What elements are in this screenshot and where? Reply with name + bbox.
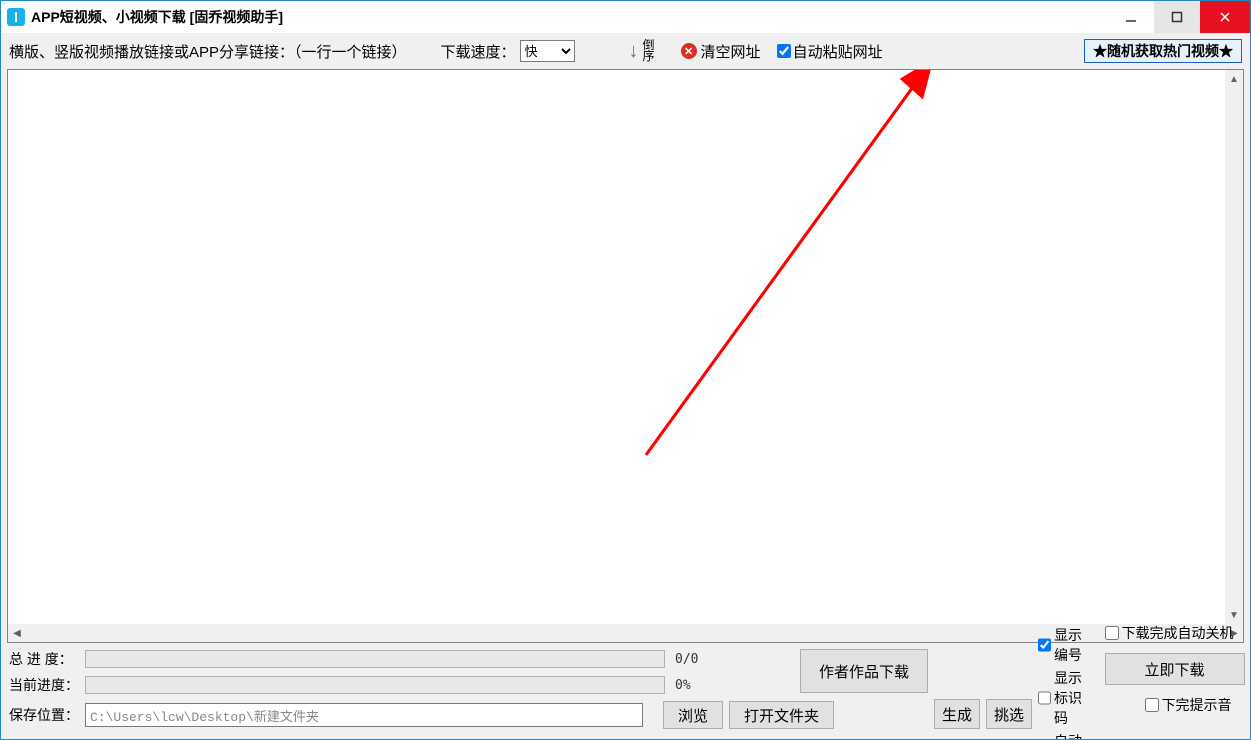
auto-paste-label: 自动粘贴网址	[793, 41, 883, 62]
current-progress-label: 当前进度：	[9, 675, 79, 695]
save-path-input[interactable]	[85, 703, 643, 727]
annotation-arrow	[8, 70, 1243, 642]
title-bar: APP短视频、小视频下载 [固乔视频助手]	[1, 1, 1250, 33]
window-controls	[1108, 1, 1250, 33]
clear-urls-button[interactable]: ✕ 清空网址	[681, 41, 761, 62]
download-now-button[interactable]: 立即下载	[1105, 653, 1245, 685]
current-progress-text: 0%	[675, 678, 691, 693]
auto-paste-checkbox[interactable]: 自动粘贴网址	[777, 41, 883, 62]
down-arrow-icon[interactable]: ↓	[629, 40, 639, 63]
maximize-button[interactable]	[1154, 1, 1200, 33]
clear-urls-label: 清空网址	[701, 41, 761, 62]
auto-shutdown-checkbox[interactable]: 下载完成自动关机	[1105, 623, 1234, 643]
finish-sound-checkbox[interactable]: 下完提示音	[1145, 695, 1232, 715]
minimize-button[interactable]	[1108, 1, 1154, 33]
reverse-order-button[interactable]: 倒序	[643, 40, 657, 62]
show-idcode-checkbox[interactable]: 显示标识码	[1038, 668, 1085, 728]
url-hint-label: 横版、竖版视频播放链接或APP分享链接：（一行一个链接）	[9, 41, 407, 62]
speed-select[interactable]: 快	[520, 40, 575, 62]
generate-button[interactable]: 生成	[934, 699, 980, 729]
window-title: APP短视频、小视频下载 [固乔视频助手]	[31, 7, 283, 27]
author-works-button[interactable]: 作者作品下载	[800, 649, 928, 693]
bottom-panel: 总 进 度： 0/0 当前进度： 0% 保存位置： 浏览 打开文件夹 作者作品下…	[1, 643, 1250, 739]
speed-label: 下载速度：	[441, 41, 516, 62]
total-progress-text: 0/0	[675, 652, 698, 667]
app-icon	[7, 8, 25, 26]
show-index-checkbox[interactable]: 显示编号	[1038, 625, 1085, 665]
browse-button[interactable]: 浏览	[663, 701, 723, 729]
total-progress-label: 总 进 度：	[9, 649, 79, 669]
vertical-scrollbar[interactable]: ▲ ▼	[1225, 70, 1243, 624]
total-progress-bar	[85, 650, 665, 668]
save-path-label: 保存位置：	[9, 705, 79, 725]
app-window: APP短视频、小视频下载 [固乔视频助手] 横版、竖版视频播放链接或APP分享链…	[0, 0, 1251, 740]
scroll-up-icon[interactable]: ▲	[1225, 70, 1243, 88]
close-button[interactable]	[1200, 1, 1250, 33]
toolbar: 横版、竖版视频播放链接或APP分享链接：（一行一个链接） 下载速度： 快 ↓ 倒…	[1, 33, 1250, 69]
current-progress-bar	[85, 676, 665, 694]
random-hot-videos-button[interactable]: ★随机获取热门视频★	[1084, 39, 1242, 63]
auto-paste-input[interactable]	[777, 44, 791, 58]
auto-md5-checkbox[interactable]: 自动改MD5	[1038, 731, 1085, 740]
url-textarea[interactable]: ▲ ▼ ◀ ▶	[7, 69, 1244, 643]
scroll-left-icon[interactable]: ◀	[8, 624, 26, 642]
clear-icon: ✕	[681, 43, 697, 59]
actions-area: 作者作品下载 生成 挑选 显示编号 显示标识码 自动改MD5 ⚙ 高级设置	[800, 619, 1240, 729]
pick-button[interactable]: 挑选	[986, 699, 1032, 729]
